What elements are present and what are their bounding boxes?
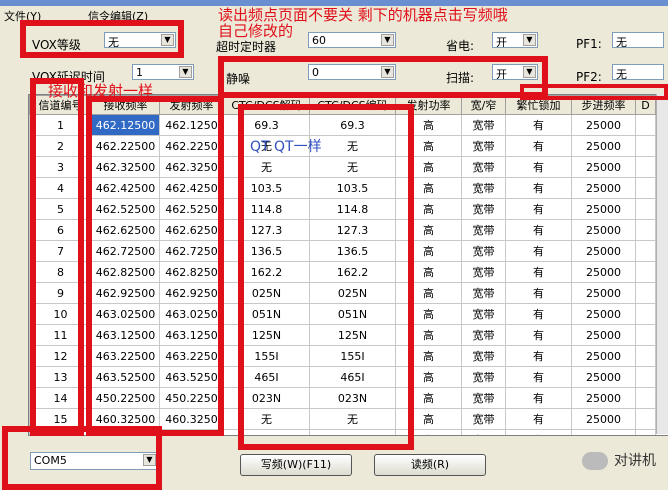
pf1-label: PF1: [576,37,602,51]
pf2-label: PF2: [576,70,602,84]
table-cell[interactable]: 有 [505,366,572,388]
table-cell[interactable]: 25000 [571,366,636,388]
table-cell-empty [635,135,656,157]
table-cell[interactable]: 有 [505,261,572,283]
table-cell-empty [635,198,656,220]
table-cell[interactable]: 25000 [571,135,636,157]
dropdown-arrow-icon[interactable]: ▼ [523,34,536,46]
table-cell[interactable]: 有 [505,156,572,178]
annotation-box-frequencies [86,96,224,436]
table-cell[interactable]: 25000 [571,429,636,435]
table-cell[interactable]: 宽带 [461,429,506,435]
table-cell[interactable]: 宽带 [461,219,506,241]
table-cell[interactable]: 有 [505,135,572,157]
table-cell[interactable]: 宽带 [461,303,506,325]
table-cell[interactable]: 25000 [571,345,636,367]
table-cell[interactable]: 有 [505,219,572,241]
table-cell[interactable]: 有 [505,324,572,346]
table-cell[interactable]: 宽带 [461,198,506,220]
table-cell-empty [635,261,656,283]
table-cell-empty [635,177,656,199]
annotation-top-note-2: 自己修改的 [218,22,294,40]
dropdown-arrow-icon[interactable]: ▼ [381,34,394,46]
vox-delay-value: 1 [136,66,143,79]
table-cell-empty [635,408,656,430]
table-cell-empty [635,156,656,178]
table-cell[interactable]: 25000 [571,156,636,178]
table-cell-empty [635,429,656,435]
table-cell[interactable]: 有 [505,303,572,325]
table-cell-empty [635,324,656,346]
table-cell[interactable]: 25000 [571,240,636,262]
table-cell[interactable]: 25000 [571,387,636,409]
table-cell[interactable]: 有 [505,387,572,409]
table-cell[interactable]: 25000 [571,177,636,199]
table-cell[interactable]: 有 [505,282,572,304]
annotation-rx-tx: 接收和发射一样 [48,82,154,100]
pf2-value: 无 [616,68,627,80]
table-cell[interactable]: 有 [505,177,572,199]
table-cell[interactable]: 25000 [571,219,636,241]
table-cell[interactable]: 25000 [571,408,636,430]
table-cell-empty [635,345,656,367]
dropdown-arrow-icon[interactable]: ▼ [179,66,192,78]
wechat-icon [582,452,608,470]
watermark: 对讲机 [582,450,656,470]
table-cell[interactable]: 宽带 [461,408,506,430]
annotation-box-vox [20,20,184,58]
table-cell[interactable]: 有 [505,240,572,262]
table-cell[interactable]: 宽带 [461,366,506,388]
power-save-select[interactable]: 开 ▼ [492,32,538,48]
annotation-bar [520,84,668,100]
table-cell[interactable]: 宽带 [461,324,506,346]
timeout-value: 60 [312,34,326,47]
table-cell[interactable]: 宽带 [461,114,506,136]
table-cell[interactable]: 有 [505,408,572,430]
table-cell-empty [635,303,656,325]
table-cell[interactable]: 宽带 [461,387,506,409]
table-cell[interactable]: 宽带 [461,240,506,262]
annotation-box-channel [30,78,84,436]
power-save-label: 省电: [446,39,475,53]
pf1-value: 无 [616,36,627,48]
table-cell[interactable]: 有 [505,114,572,136]
table-cell[interactable]: 有 [505,345,572,367]
table-cell[interactable]: 宽带 [461,282,506,304]
table-cell[interactable]: 有 [505,198,572,220]
table-cell-empty [635,282,656,304]
table-cell[interactable]: 宽带 [461,177,506,199]
annotation-box-port [2,426,162,490]
vertical-scrollbar[interactable] [656,94,668,434]
timeout-select[interactable]: 60 ▼ [308,32,396,48]
pf2-select[interactable]: 无 [612,64,664,80]
pf1-select[interactable]: 无 [612,32,664,48]
table-cell-empty [635,387,656,409]
watermark-text: 对讲机 [614,453,656,469]
table-cell[interactable]: 宽带 [461,135,506,157]
read-frequency-button[interactable]: 读频(R) [374,454,486,476]
table-cell[interactable]: 25000 [571,282,636,304]
table-cell[interactable]: 25000 [571,303,636,325]
write-frequency-button[interactable]: 写频(W)(F11) [240,454,352,476]
table-cell[interactable]: 宽带 [461,345,506,367]
table-cell[interactable]: 25000 [571,114,636,136]
table-cell[interactable]: 宽带 [461,261,506,283]
table-cell-empty [635,114,656,136]
table-cell[interactable]: 25000 [571,261,636,283]
table-cell[interactable]: 25000 [571,198,636,220]
power-save-value: 开 [496,36,507,48]
vox-delay-select[interactable]: 1 ▼ [132,64,194,80]
table-cell-empty [635,366,656,388]
annotation-qt: QT QT一样 [250,139,322,155]
table-cell[interactable]: 25000 [571,324,636,346]
column-header[interactable]: 宽/窄 [461,95,506,115]
table-cell[interactable]: 宽带 [461,156,506,178]
table-cell-empty [635,219,656,241]
annotation-box-squelch [218,56,548,98]
table-cell-empty [635,240,656,262]
table-cell[interactable]: 有 [505,429,572,435]
